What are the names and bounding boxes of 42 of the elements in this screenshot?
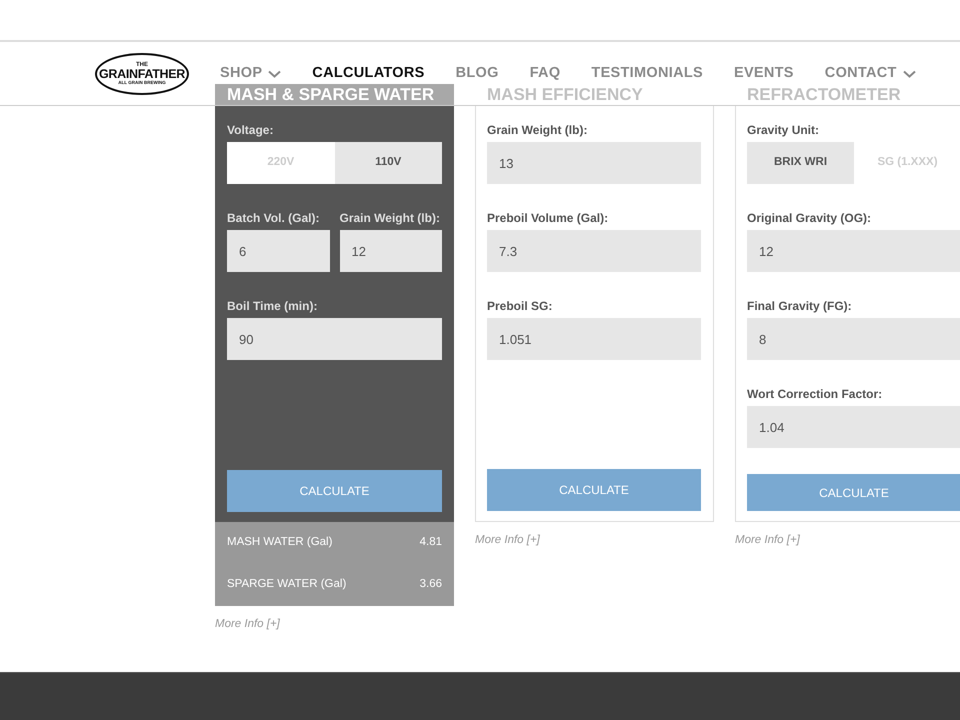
- calculate-button[interactable]: CALCULATE: [747, 474, 960, 511]
- field-label: Gravity Unit:: [747, 122, 820, 138]
- nav-link[interactable]: CONTACT: [824, 62, 916, 84]
- nav-link[interactable]: FAQ: [530, 62, 560, 84]
- result-value: 3.66: [420, 577, 442, 592]
- input-field[interactable]: 1.04: [747, 406, 960, 448]
- field-label: Batch Vol. (Gal):: [227, 210, 320, 226]
- field-label: Preboil SG:: [487, 298, 554, 314]
- toggle-option[interactable]: BRIX WRI: [747, 142, 854, 184]
- input-field[interactable]: 13: [487, 142, 701, 184]
- calculate-button[interactable]: CALCULATE: [487, 469, 701, 511]
- input-field[interactable]: 7.3: [487, 230, 701, 272]
- toggle-option[interactable]: 110V: [334, 142, 442, 184]
- input-field[interactable]: 1.051: [487, 318, 701, 360]
- calculator-title: REFRACTOMETER: [746, 84, 902, 106]
- more-info-link[interactable]: More Info [+]: [735, 532, 800, 550]
- nav-link[interactable]: BLOG: [456, 62, 499, 84]
- nav-link[interactable]: EVENTS: [734, 62, 794, 84]
- calculator-title: MASH & SPARGE WATER: [226, 84, 436, 106]
- field-label: Wort Correction Factor:: [747, 386, 884, 402]
- input-field[interactable]: 12: [747, 230, 960, 272]
- more-info-link[interactable]: More Info [+]: [215, 616, 280, 634]
- result-label: MASH WATER (Gal): [227, 535, 332, 550]
- field-label: Voltage:: [227, 122, 274, 138]
- more-info-link[interactable]: More Info [+]: [475, 532, 540, 550]
- input-field[interactable]: 6: [227, 230, 330, 272]
- nav-link[interactable]: CALCULATORS: [312, 62, 425, 84]
- input-field[interactable]: 90: [227, 318, 442, 360]
- field-label: Grain Weight (lb):: [340, 210, 441, 226]
- field-label: Final Gravity (FG):: [747, 298, 853, 314]
- calculate-button[interactable]: CALCULATE: [227, 470, 442, 512]
- field-label: Preboil Volume (Gal):: [487, 210, 610, 226]
- input-field[interactable]: 8: [747, 318, 960, 360]
- field-label: Original Gravity (OG):: [747, 210, 872, 226]
- result-value: 4.81: [420, 535, 442, 550]
- calculator-title: MASH EFFICIENCY: [486, 84, 644, 106]
- field-label: Boil Time (min):: [227, 298, 318, 314]
- field-label: Grain Weight (lb):: [487, 122, 588, 138]
- input-field[interactable]: 12: [340, 230, 442, 272]
- nav-link[interactable]: SHOP: [220, 62, 282, 84]
- nav-link[interactable]: TESTIMONIALS: [591, 62, 703, 84]
- result-label: SPARGE WATER (Gal): [227, 577, 346, 592]
